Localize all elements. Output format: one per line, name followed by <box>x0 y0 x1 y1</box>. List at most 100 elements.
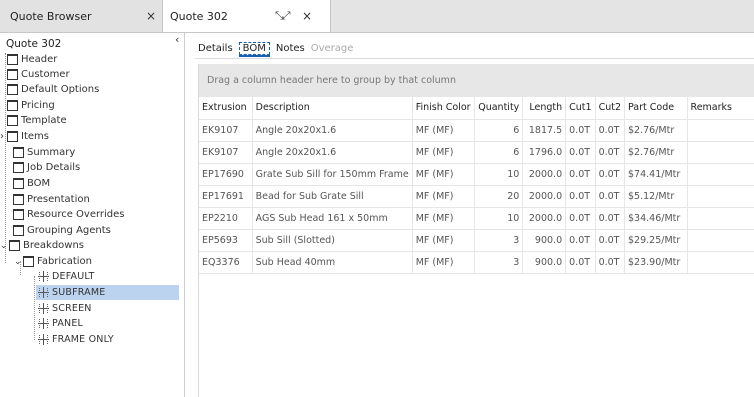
cell-description[interactable]: AGS Sub Head 161 x 50mm <box>252 207 413 230</box>
tree-item-screen[interactable]: SCREEN <box>38 301 92 316</box>
cell-length[interactable]: 900.0 <box>522 229 567 252</box>
cell-cut2[interactable]: 0.0T <box>595 119 626 142</box>
tree-item-header[interactable]: Header <box>7 52 57 67</box>
cell-remarks[interactable] <box>687 207 754 230</box>
cell-finish-color[interactable]: MF (MF) <box>412 119 475 142</box>
cell-quantity[interactable]: 6 <box>474 141 524 164</box>
cell-remarks[interactable] <box>687 141 754 164</box>
close-icon[interactable]: × <box>146 9 156 23</box>
tree-item-job-details[interactable]: Job Details <box>13 160 80 175</box>
cell-extrusion[interactable]: EP2210 <box>199 207 253 230</box>
cell-quantity[interactable]: 10 <box>474 207 524 230</box>
column-header-cut1[interactable]: Cut1 <box>565 97 596 120</box>
cell-cut1[interactable]: 0.0T <box>565 185 596 208</box>
tree-item-customer[interactable]: Customer <box>7 67 70 82</box>
cell-finish-color[interactable]: MF (MF) <box>412 251 475 274</box>
cell-part-code[interactable]: $5.12/Mtr <box>624 185 688 208</box>
tab-quote-browser[interactable]: Quote Browser × <box>0 0 163 32</box>
cell-finish-color[interactable]: MF (MF) <box>412 163 475 186</box>
cell-cut2[interactable]: 0.0T <box>595 141 626 164</box>
cell-cut2[interactable]: 0.0T <box>595 207 626 230</box>
table-row[interactable]: EK9107 Angle 20x20x1.6 MF (MF) 6 1796.0 … <box>199 141 754 164</box>
cell-length[interactable]: 2000.0 <box>522 185 567 208</box>
column-header-cut2[interactable]: Cut2 <box>595 97 626 120</box>
cell-finish-color[interactable]: MF (MF) <box>412 185 475 208</box>
tree-item-pricing[interactable]: Pricing <box>7 98 55 113</box>
tree-item-default[interactable]: DEFAULT <box>38 269 95 284</box>
cell-length[interactable]: 2000.0 <box>522 207 567 230</box>
cell-finish-color[interactable]: MF (MF) <box>412 229 475 252</box>
tab-bom[interactable]: BOM <box>238 41 271 57</box>
cell-description[interactable]: Angle 20x20x1.6 <box>252 141 413 164</box>
cell-remarks[interactable] <box>687 229 754 252</box>
cell-cut2[interactable]: 0.0T <box>595 251 626 274</box>
cell-extrusion[interactable]: EP5693 <box>199 229 253 252</box>
tab-quote-302[interactable]: Quote 302 ⤡⤢ × <box>163 0 331 32</box>
cell-extrusion[interactable]: EQ3376 <box>199 251 253 274</box>
tree-item-panel[interactable]: PANEL <box>38 316 83 331</box>
close-icon[interactable]: × <box>302 9 312 23</box>
column-header-remarks[interactable]: Remarks <box>687 97 754 120</box>
cell-cut2[interactable]: 0.0T <box>595 185 626 208</box>
cell-quantity[interactable]: 6 <box>474 119 524 142</box>
cell-cut2[interactable]: 0.0T <box>595 229 626 252</box>
cell-description[interactable]: Angle 20x20x1.6 <box>252 119 413 142</box>
cell-length[interactable]: 900.0 <box>522 251 567 274</box>
cell-extrusion[interactable]: EK9107 <box>199 141 253 164</box>
tab-details[interactable]: Details <box>198 43 233 54</box>
cell-part-code[interactable]: $34.46/Mtr <box>624 207 688 230</box>
cell-cut1[interactable]: 0.0T <box>565 229 596 252</box>
cell-description[interactable]: Bead for Sub Grate Sill <box>252 185 413 208</box>
cell-quantity[interactable]: 3 <box>474 251 524 274</box>
tree-item-presentation[interactable]: Presentation <box>13 192 90 207</box>
collapse-panel-icon[interactable]: ‹ <box>175 33 179 46</box>
cell-part-code[interactable]: $74.41/Mtr <box>624 163 688 186</box>
table-row[interactable]: EP2210 AGS Sub Head 161 x 50mm MF (MF) 1… <box>199 207 754 230</box>
column-header-part-code[interactable]: Part Code <box>624 97 688 120</box>
group-by-drop-area[interactable]: Drag a column header here to group by th… <box>199 64 754 97</box>
column-header-length[interactable]: Length <box>522 97 567 120</box>
maximize-icon[interactable]: ⤡⤢ <box>275 9 291 23</box>
cell-cut1[interactable]: 0.0T <box>565 251 596 274</box>
cell-extrusion[interactable]: EP17690 <box>199 163 253 186</box>
cell-cut1[interactable]: 0.0T <box>565 141 596 164</box>
table-row[interactable]: EP17690 Grate Sub Sill for 150mm Frame M… <box>199 163 754 186</box>
cell-description[interactable]: Sub Head 40mm <box>252 251 413 274</box>
cell-length[interactable]: 1817.5 <box>522 119 567 142</box>
cell-remarks[interactable] <box>687 251 754 274</box>
table-row[interactable]: EP17691 Bead for Sub Grate Sill MF (MF) … <box>199 185 754 208</box>
cell-part-code[interactable]: $2.76/Mtr <box>624 141 688 164</box>
tree-item-fabrication[interactable]: ⌄ Fabrication <box>14 254 92 269</box>
cell-part-code[interactable]: $29.25/Mtr <box>624 229 688 252</box>
cell-remarks[interactable] <box>687 163 754 186</box>
tree-item-resource-overrides[interactable]: Resource Overrides <box>13 207 125 222</box>
chevron-down-icon[interactable]: ⌄ <box>0 241 9 251</box>
chevron-down-icon[interactable]: ⌄ <box>14 257 23 267</box>
cell-description[interactable]: Sub Sill (Slotted) <box>252 229 413 252</box>
tab-overage[interactable]: Overage <box>311 43 354 54</box>
cell-extrusion[interactable]: EK9107 <box>199 119 253 142</box>
tree-item-default-options[interactable]: Default Options <box>7 82 99 97</box>
expand-arrow-icon[interactable]: › <box>0 131 7 142</box>
cell-finish-color[interactable]: MF (MF) <box>412 141 475 164</box>
cell-cut1[interactable]: 0.0T <box>565 119 596 142</box>
cell-extrusion[interactable]: EP17691 <box>199 185 253 208</box>
table-row[interactable]: EQ3376 Sub Head 40mm MF (MF) 3 900.0 0.0… <box>199 251 754 274</box>
tab-notes[interactable]: Notes <box>276 43 305 54</box>
column-header-finish-color[interactable]: Finish Color <box>412 97 475 120</box>
panel-divider[interactable] <box>184 33 185 397</box>
cell-part-code[interactable]: $23.90/Mtr <box>624 251 688 274</box>
tree-item-template[interactable]: Template <box>7 113 67 128</box>
cell-quantity[interactable]: 3 <box>474 229 524 252</box>
cell-cut1[interactable]: 0.0T <box>565 207 596 230</box>
tree-item-grouping-agents[interactable]: Grouping Agents <box>13 223 111 238</box>
cell-description[interactable]: Grate Sub Sill for 150mm Frame <box>252 163 413 186</box>
tree-item-subframe[interactable]: SUBFRAME <box>36 285 179 300</box>
cell-finish-color[interactable]: MF (MF) <box>412 207 475 230</box>
table-row[interactable]: EK9107 Angle 20x20x1.6 MF (MF) 6 1817.5 … <box>199 119 754 142</box>
cell-length[interactable]: 2000.0 <box>522 163 567 186</box>
table-row[interactable]: EP5693 Sub Sill (Slotted) MF (MF) 3 900.… <box>199 229 754 252</box>
cell-cut2[interactable]: 0.0T <box>595 163 626 186</box>
tree-item-frame-only[interactable]: FRAME ONLY <box>38 332 114 347</box>
cell-quantity[interactable]: 10 <box>474 163 524 186</box>
